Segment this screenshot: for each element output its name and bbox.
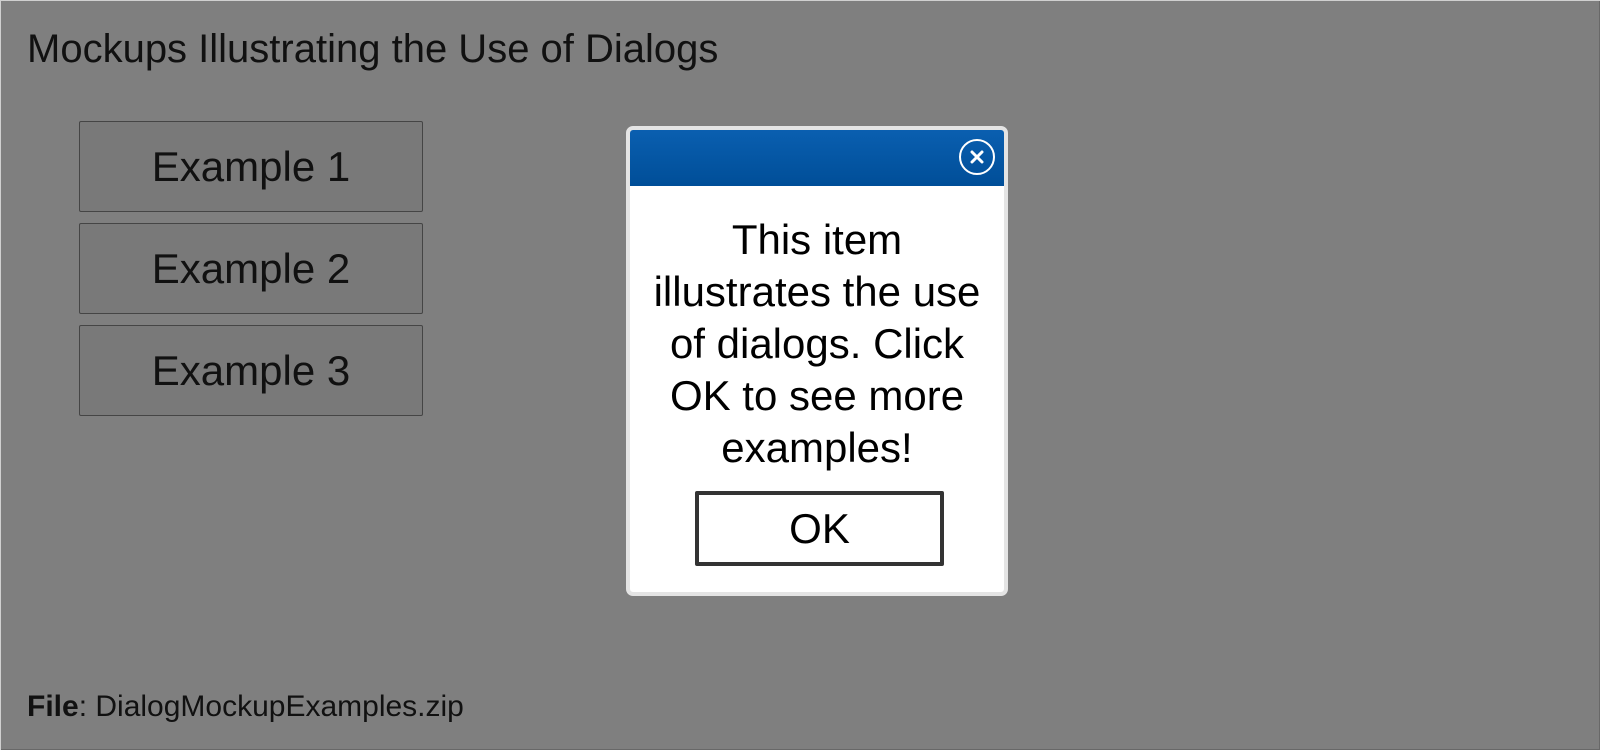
ok-button[interactable]: OK (695, 491, 944, 566)
close-icon (970, 150, 984, 164)
dialog-titlebar (630, 130, 1004, 186)
dialog: This item illustrates the use of dialogs… (626, 126, 1008, 596)
page: Mockups Illustrating the Use of Dialogs … (0, 0, 1600, 750)
dialog-message: This item illustrates the use of dialogs… (653, 216, 981, 471)
close-button[interactable] (959, 139, 995, 175)
